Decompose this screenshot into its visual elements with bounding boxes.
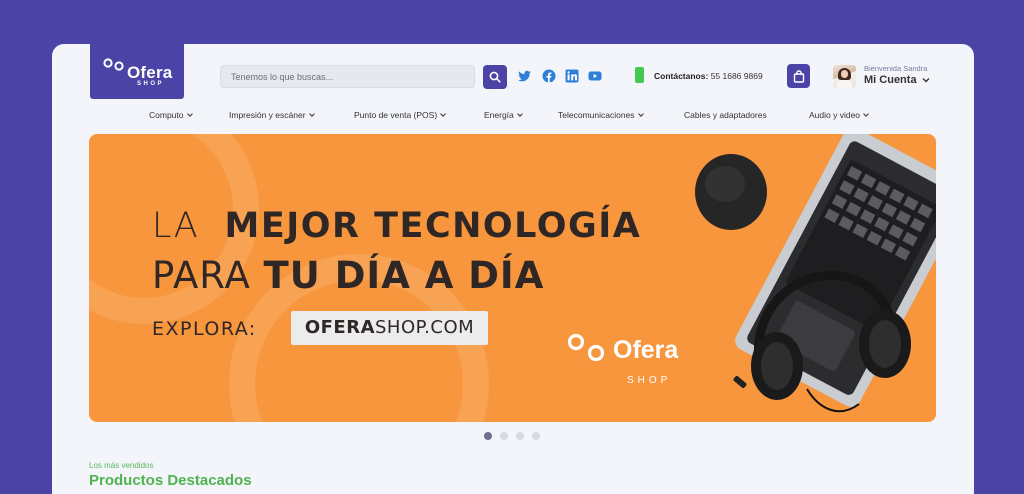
chevron-down-icon bbox=[922, 78, 930, 83]
logo-subtitle: SHOP bbox=[137, 81, 165, 87]
search-button[interactable] bbox=[483, 65, 507, 89]
page-card: Ofera SHOP Contáctanos: 55 1686 9869 bbox=[52, 44, 974, 494]
chevron-down-icon bbox=[308, 110, 315, 117]
account-menu[interactable]: Mi Cuenta bbox=[864, 74, 930, 86]
twitter-icon[interactable] bbox=[518, 69, 532, 83]
welcome-text: Bienvenida Sandra bbox=[864, 64, 928, 73]
contact-label: Contáctanos: bbox=[654, 71, 709, 81]
hero-banner[interactable]: LA MEJOR TECNOLOGÍA PARA TU DÍA A DÍA EX… bbox=[89, 134, 936, 422]
hero-headline-1: LA MEJOR TECNOLOGÍA bbox=[152, 206, 642, 246]
logo-rings-icon bbox=[567, 333, 605, 362]
shopping-bag-icon bbox=[793, 69, 804, 83]
chevron-down-icon bbox=[440, 110, 447, 117]
site-logo[interactable]: Ofera SHOP bbox=[90, 44, 184, 99]
contact-phone[interactable]: 55 1686 9869 bbox=[711, 71, 763, 81]
carousel-dot-2[interactable] bbox=[500, 432, 508, 440]
cart-button[interactable] bbox=[787, 64, 810, 88]
youtube-icon[interactable] bbox=[588, 69, 602, 83]
chevron-down-icon bbox=[516, 110, 523, 117]
carousel-dot-4[interactable] bbox=[532, 432, 540, 440]
nav-item-audio-video[interactable]: Audio y video bbox=[809, 110, 869, 120]
carousel-dot-3[interactable] bbox=[516, 432, 524, 440]
category-nav: Computo Impresión y escáner Punto de ven… bbox=[52, 110, 974, 124]
nav-item-energia[interactable]: Energía bbox=[484, 110, 523, 120]
chevron-down-icon bbox=[637, 110, 644, 117]
search-icon bbox=[489, 71, 501, 83]
user-avatar[interactable] bbox=[833, 65, 856, 88]
linkedin-icon[interactable] bbox=[565, 69, 579, 83]
nav-item-telecomunicaciones[interactable]: Telecomunicaciones bbox=[558, 110, 644, 120]
section-eyebrow: Los más vendidos bbox=[89, 461, 154, 470]
logo-name: Ofera bbox=[127, 63, 173, 82]
nav-item-cables[interactable]: Cables y adaptadores bbox=[684, 110, 767, 120]
carousel-dot-1[interactable] bbox=[484, 432, 492, 440]
hero-explore-label: EXPLORA: bbox=[152, 318, 257, 340]
chevron-down-icon bbox=[863, 110, 869, 117]
nav-item-impresion[interactable]: Impresión y escáner bbox=[229, 110, 315, 120]
nav-item-computo[interactable]: Computo bbox=[149, 110, 193, 120]
section-title: Productos Destacados bbox=[89, 472, 252, 489]
account-label: Mi Cuenta bbox=[864, 74, 917, 86]
chevron-down-icon bbox=[186, 110, 193, 117]
facebook-icon[interactable] bbox=[542, 69, 556, 83]
phone-icon bbox=[635, 67, 644, 83]
carousel-indicators bbox=[484, 432, 540, 440]
laptop-headphones-illustration bbox=[695, 134, 936, 413]
hero-url-link[interactable]: OFERASHOP.COM bbox=[291, 311, 488, 345]
contact-info: Contáctanos: 55 1686 9869 bbox=[654, 71, 763, 81]
hero-headline-2: PARA TU DÍA A DÍA bbox=[152, 254, 545, 297]
logo-rings-icon bbox=[103, 58, 124, 71]
nav-item-punto-de-venta[interactable]: Punto de venta (POS) bbox=[354, 110, 447, 120]
hero-logo: Ofera SHOP bbox=[567, 331, 678, 386]
search-input[interactable] bbox=[220, 65, 475, 88]
